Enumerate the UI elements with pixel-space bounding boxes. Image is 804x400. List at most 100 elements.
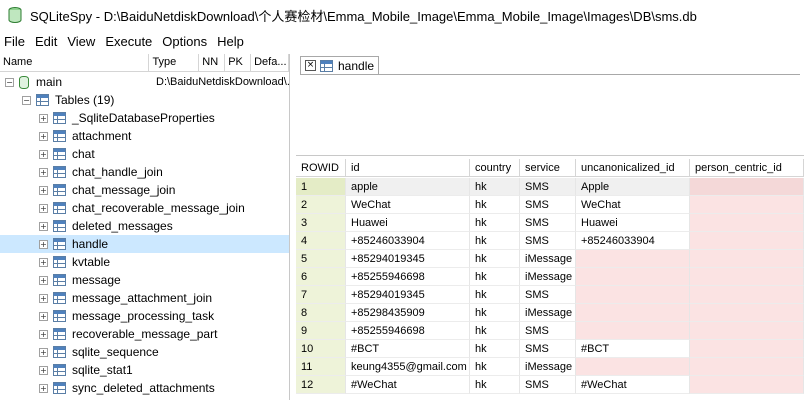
cell-uncanonicalized-id[interactable] bbox=[576, 304, 690, 322]
cell-person-centric-id[interactable] bbox=[690, 322, 804, 340]
cell-uncanonicalized-id[interactable] bbox=[576, 250, 690, 268]
cell-service[interactable]: SMS bbox=[520, 286, 576, 304]
plus-box-icon[interactable]: + bbox=[39, 365, 48, 375]
tree-col-type[interactable]: Type bbox=[149, 54, 200, 71]
cell-id[interactable]: +85294019345 bbox=[346, 286, 470, 304]
tab-handle[interactable]: × handle bbox=[300, 56, 380, 74]
column-header-id[interactable]: id bbox=[346, 159, 470, 177]
cell-id[interactable]: +85246033904 bbox=[346, 232, 470, 250]
cell-rowid[interactable]: 4 bbox=[296, 232, 346, 250]
cell-service[interactable]: SMS bbox=[520, 232, 576, 250]
tree-table-sqlite-stat1[interactable]: + sqlite_stat1 bbox=[0, 361, 289, 379]
cell-id[interactable]: WeChat bbox=[346, 196, 470, 214]
cell-rowid[interactable]: 8 bbox=[296, 304, 346, 322]
table-row[interactable]: 5 +85294019345 hk iMessage bbox=[296, 250, 804, 268]
cell-person-centric-id[interactable] bbox=[690, 214, 804, 232]
cell-service[interactable]: iMessage bbox=[520, 304, 576, 322]
cell-person-centric-id[interactable] bbox=[690, 196, 804, 214]
plus-box-icon[interactable]: + bbox=[39, 257, 48, 267]
cell-service[interactable]: iMessage bbox=[520, 268, 576, 286]
menu-file[interactable]: File bbox=[0, 34, 31, 49]
menu-view[interactable]: View bbox=[63, 34, 101, 49]
cell-rowid[interactable]: 11 bbox=[296, 358, 346, 376]
cell-country[interactable]: hk bbox=[470, 340, 520, 358]
cell-person-centric-id[interactable] bbox=[690, 178, 804, 196]
table-row[interactable]: 3 Huawei hk SMS Huawei bbox=[296, 214, 804, 232]
tree-col-default[interactable]: Defa... bbox=[251, 54, 289, 71]
tree-table-chat[interactable]: + chat bbox=[0, 145, 289, 163]
plus-box-icon[interactable]: + bbox=[39, 329, 48, 339]
table-row[interactable]: 9 +85255946698 hk SMS bbox=[296, 322, 804, 340]
cell-rowid[interactable]: 6 bbox=[296, 268, 346, 286]
column-header-uncanonicalized-id[interactable]: uncanonicalized_id bbox=[576, 159, 690, 177]
tree-table-attachment[interactable]: + attachment bbox=[0, 127, 289, 145]
cell-id[interactable]: +85294019345 bbox=[346, 250, 470, 268]
cell-rowid[interactable]: 7 bbox=[296, 286, 346, 304]
cell-country[interactable]: hk bbox=[470, 304, 520, 322]
tree-col-name[interactable]: Name bbox=[0, 54, 150, 71]
cell-uncanonicalized-id[interactable]: #WeChat bbox=[576, 376, 690, 394]
cell-rowid[interactable]: 2 bbox=[296, 196, 346, 214]
column-header-country[interactable]: country bbox=[470, 159, 520, 177]
column-header-rowid[interactable]: ROWID bbox=[296, 159, 346, 177]
cell-uncanonicalized-id[interactable]: Huawei bbox=[576, 214, 690, 232]
cell-service[interactable]: SMS bbox=[520, 196, 576, 214]
cell-uncanonicalized-id[interactable]: +85246033904 bbox=[576, 232, 690, 250]
plus-box-icon[interactable]: + bbox=[39, 167, 48, 177]
cell-rowid[interactable]: 10 bbox=[296, 340, 346, 358]
cell-country[interactable]: hk bbox=[470, 268, 520, 286]
tree-table-sqlite-sequence[interactable]: + sqlite_sequence bbox=[0, 343, 289, 361]
plus-box-icon[interactable]: + bbox=[39, 131, 48, 141]
menu-help[interactable]: Help bbox=[213, 34, 250, 49]
menu-options[interactable]: Options bbox=[158, 34, 213, 49]
cell-uncanonicalized-id[interactable]: WeChat bbox=[576, 196, 690, 214]
plus-box-icon[interactable]: + bbox=[39, 221, 48, 231]
tree-table-chat-recoverable-message-join[interactable]: + chat_recoverable_message_join bbox=[0, 199, 289, 217]
table-row[interactable]: 7 +85294019345 hk SMS bbox=[296, 286, 804, 304]
plus-box-icon[interactable]: + bbox=[39, 185, 48, 195]
tree-table-recoverable-message-part[interactable]: + recoverable_message_part bbox=[0, 325, 289, 343]
cell-person-centric-id[interactable] bbox=[690, 250, 804, 268]
cell-id[interactable]: +85298435909 bbox=[346, 304, 470, 322]
tree-table-kvtable[interactable]: + kvtable bbox=[0, 253, 289, 271]
table-row[interactable]: 10 #BCT hk SMS #BCT bbox=[296, 340, 804, 358]
table-row[interactable]: 12 #WeChat hk SMS #WeChat bbox=[296, 376, 804, 394]
menu-edit[interactable]: Edit bbox=[31, 34, 63, 49]
cell-country[interactable]: hk bbox=[470, 196, 520, 214]
cell-person-centric-id[interactable] bbox=[690, 358, 804, 376]
cell-person-centric-id[interactable] bbox=[690, 376, 804, 394]
cell-country[interactable]: hk bbox=[470, 214, 520, 232]
cell-service[interactable]: SMS bbox=[520, 376, 576, 394]
tree-table-chat-message-join[interactable]: + chat_message_join bbox=[0, 181, 289, 199]
cell-service[interactable]: iMessage bbox=[520, 250, 576, 268]
cell-person-centric-id[interactable] bbox=[690, 232, 804, 250]
cell-id[interactable]: +85255946698 bbox=[346, 322, 470, 340]
plus-box-icon[interactable]: + bbox=[39, 347, 48, 357]
plus-box-icon[interactable]: + bbox=[39, 149, 48, 159]
tree-col-pk[interactable]: PK bbox=[225, 54, 252, 71]
table-row[interactable]: 2 WeChat hk SMS WeChat bbox=[296, 196, 804, 214]
tree-table-message-processing-task[interactable]: + message_processing_task bbox=[0, 307, 289, 325]
tree-table-handle[interactable]: + handle bbox=[0, 235, 289, 253]
cell-service[interactable]: SMS bbox=[520, 322, 576, 340]
close-icon[interactable]: × bbox=[305, 60, 316, 71]
cell-rowid[interactable]: 3 bbox=[296, 214, 346, 232]
cell-id[interactable]: Huawei bbox=[346, 214, 470, 232]
cell-country[interactable]: hk bbox=[470, 232, 520, 250]
tree-table-sync-deleted-attachments[interactable]: + sync_deleted_attachments bbox=[0, 379, 289, 397]
plus-box-icon[interactable]: + bbox=[39, 113, 48, 123]
cell-id[interactable]: #BCT bbox=[346, 340, 470, 358]
cell-person-centric-id[interactable] bbox=[690, 268, 804, 286]
cell-service[interactable]: SMS bbox=[520, 214, 576, 232]
plus-box-icon[interactable]: + bbox=[39, 203, 48, 213]
menu-execute[interactable]: Execute bbox=[101, 34, 158, 49]
cell-service[interactable]: iMessage bbox=[520, 358, 576, 376]
cell-uncanonicalized-id[interactable]: Apple bbox=[576, 178, 690, 196]
sql-editor-area[interactable]: × handle bbox=[296, 54, 804, 156]
cell-person-centric-id[interactable] bbox=[690, 286, 804, 304]
cell-country[interactable]: hk bbox=[470, 376, 520, 394]
result-grid[interactable]: ROWID id country service uncanonicalized_id p… bbox=[296, 159, 804, 400]
tree-table-deleted-messages[interactable]: + deleted_messages bbox=[0, 217, 289, 235]
table-row[interactable]: 6 +85255946698 hk iMessage bbox=[296, 268, 804, 286]
table-row[interactable]: 8 +85298435909 hk iMessage bbox=[296, 304, 804, 322]
